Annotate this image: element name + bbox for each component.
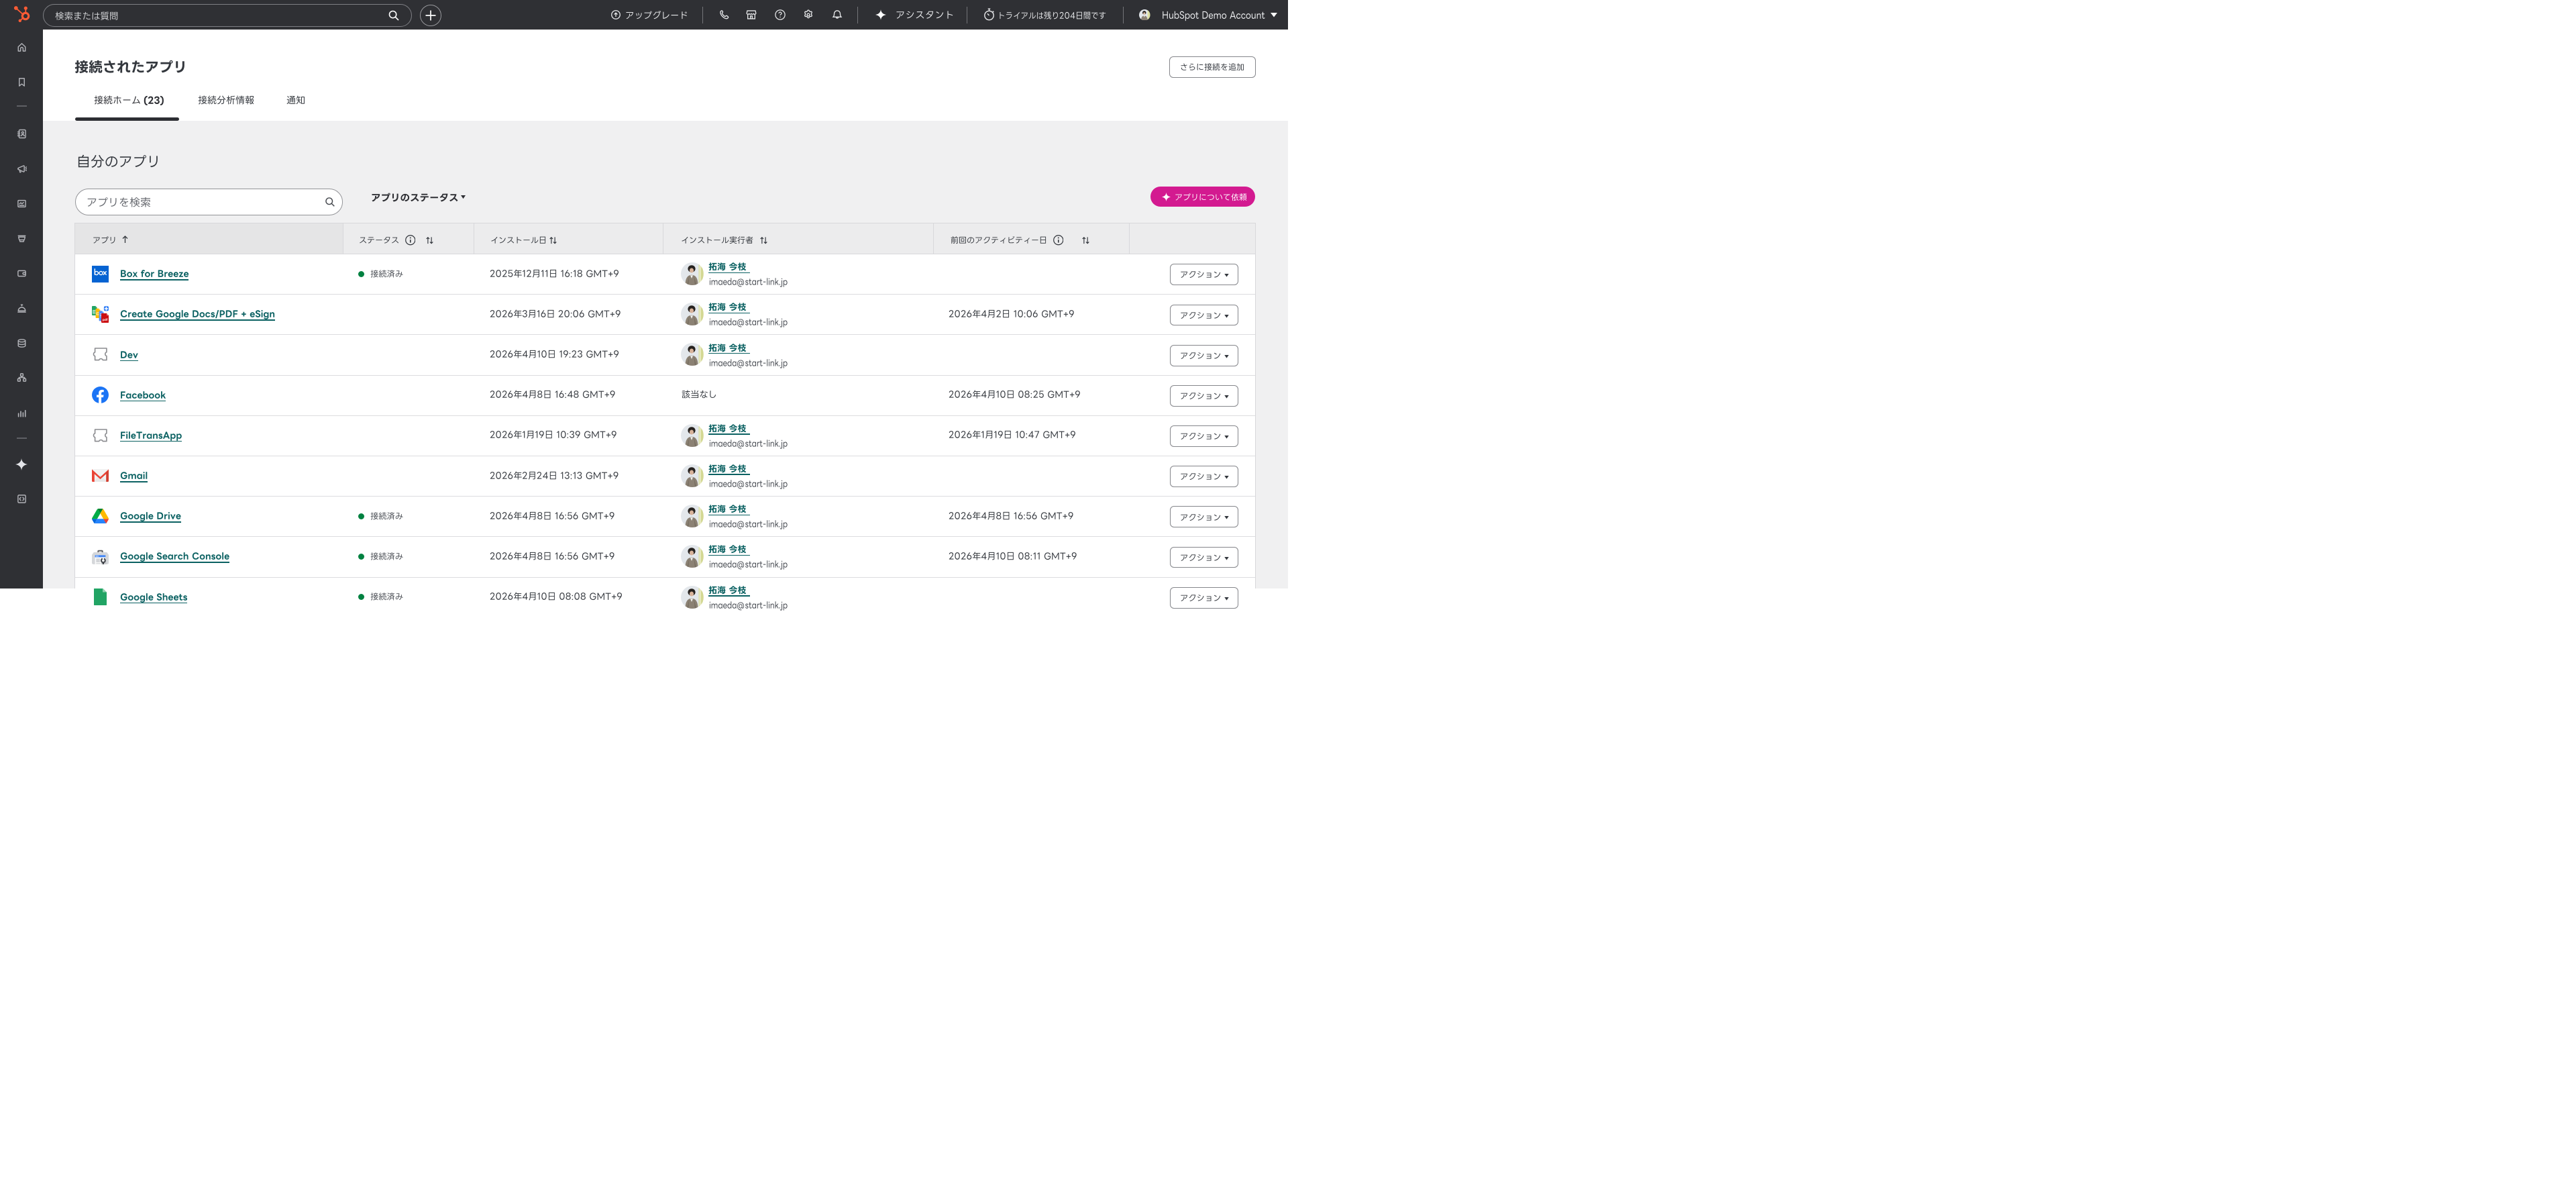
svg-text:pdf: pdf: [103, 318, 108, 322]
